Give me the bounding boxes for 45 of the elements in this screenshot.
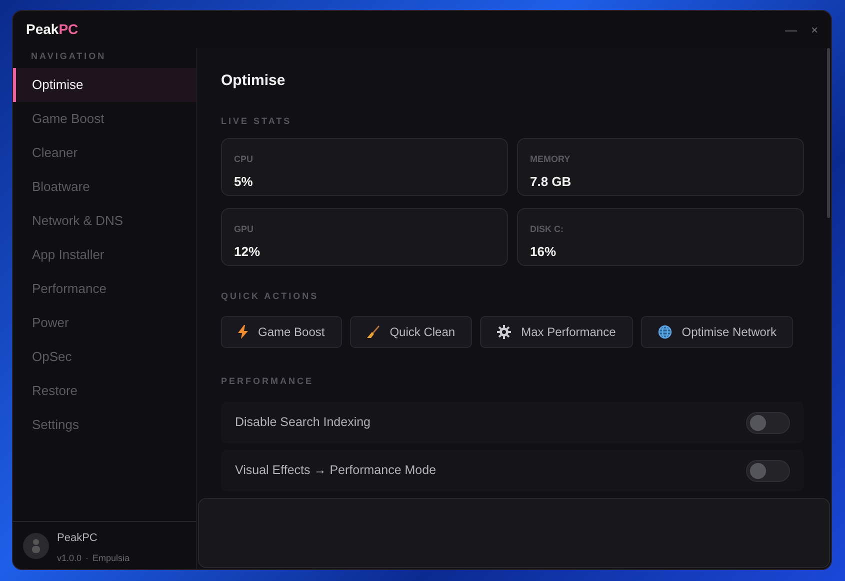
sidebar-item[interactable]: Power (13, 306, 196, 340)
sidebar-item[interactable]: Optimise (13, 68, 196, 102)
stat-label: MEMORY (530, 153, 572, 166)
sidebar-item[interactable]: Settings (13, 408, 196, 442)
separator-dot: · (86, 552, 89, 565)
toggle-switch[interactable] (746, 412, 790, 434)
avatar-icon (23, 532, 49, 558)
toggle-switch[interactable] (746, 460, 790, 482)
sidebar-item[interactable]: OpSec (13, 340, 196, 374)
stat-value: 16% (530, 242, 558, 260)
setting-label: Disable Search Indexing (235, 414, 370, 432)
stat-value: 7.8 GB (530, 172, 572, 190)
stat-value: 5% (234, 172, 254, 190)
broom-icon (366, 325, 380, 338)
quick-action-button[interactable]: Optimise Network (640, 316, 794, 348)
sidebar-item[interactable]: Bloatware (13, 170, 196, 204)
sidebar-item[interactable]: Network & DNS (13, 204, 196, 238)
close-button[interactable]: × (810, 24, 818, 36)
sidebar-item[interactable]: Cleaner (13, 136, 196, 170)
quick-action-button[interactable]: Quick Clean (350, 316, 472, 348)
minimize-button[interactable]: — (784, 24, 797, 36)
page-title: Optimise (221, 71, 286, 91)
setting-label: Visual Effects → Performance Mode (235, 462, 436, 480)
section-heading: LIVE STATS (221, 114, 293, 128)
sidebar-item[interactable]: Performance (13, 272, 196, 306)
quick-action-button[interactable]: Game Boost (221, 316, 342, 348)
sidebar-item[interactable]: Game Boost (13, 102, 196, 136)
sidebar-item[interactable]: Restore (13, 374, 196, 408)
logo-text: PC (58, 20, 78, 39)
logo-text: Peak (26, 20, 59, 39)
author-text: Empulsia (92, 552, 130, 565)
stat-label: DISK C: (530, 223, 564, 236)
version-text: v1.0.0 (57, 552, 82, 565)
section-heading: QUICK ACTIONS (221, 290, 320, 303)
lightning-icon (238, 324, 248, 338)
globe-icon (658, 324, 672, 338)
section-heading: PERFORMANCE (221, 374, 315, 388)
sidebar-item[interactable]: App Installer (13, 238, 196, 272)
sidebar-heading: NAVIGATION (30, 50, 108, 63)
stat-label: CPU (234, 153, 254, 166)
quick-action-button[interactable]: Max Performance (480, 316, 633, 348)
stat-label: GPU (234, 223, 255, 236)
app-name: PeakPC (57, 530, 98, 546)
stat-value: 12% (234, 242, 262, 260)
gear-icon (497, 324, 512, 338)
